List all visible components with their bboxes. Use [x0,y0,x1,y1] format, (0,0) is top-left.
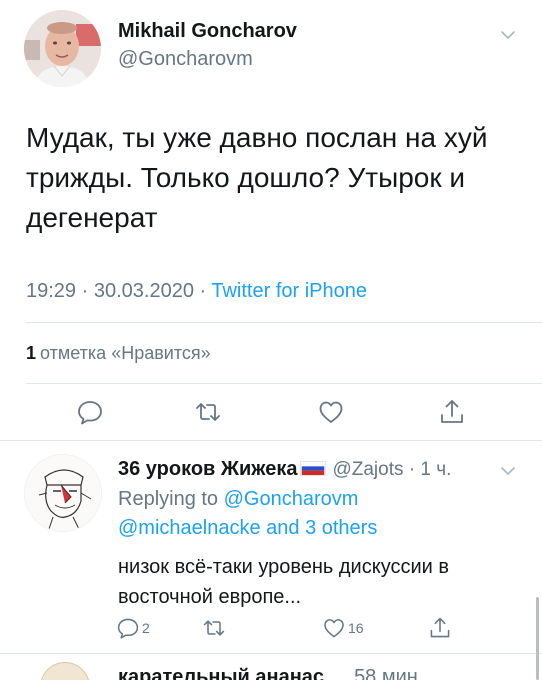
meta-dot: · [403,459,421,480]
avatar[interactable] [24,10,101,87]
divider [26,383,542,384]
reply-author-name[interactable]: 36 уроков Жижека [118,458,297,480]
reply-icon[interactable] [76,398,104,426]
share-icon[interactable] [438,398,466,426]
tweet-source[interactable]: Twitter for iPhone [211,280,367,302]
reply-icon [117,618,139,639]
tweet-meta: 19:29 · 30.03.2020 · Twitter for iPhone [26,280,367,303]
divider [0,440,542,441]
next-header: карательный ананас 58 мин [118,666,418,680]
replying-to-handle[interactable]: @Goncharovm [224,488,359,510]
like-count: 16 [348,620,364,636]
avatar[interactable] [24,454,102,532]
share-button[interactable] [428,615,452,641]
meta-dot: · [81,280,94,302]
like-icon[interactable] [317,398,345,426]
next-author-name[interactable]: карательный ананас [118,666,324,680]
avatar[interactable] [40,662,90,680]
chevron-down-icon[interactable] [498,464,518,478]
likes-summary[interactable]: 1 отметка «Нравится» [26,343,211,364]
like-icon [324,619,344,638]
reply-text: низок всё-таки уровень дискуссии в восто… [118,556,449,608]
chevron-down-icon[interactable] [498,28,518,42]
like-button[interactable]: 16 [322,615,364,641]
main-tweet: Mikhail Goncharov @Goncharovm Мудак, ты … [0,0,542,440]
retweet-icon [203,620,225,636]
scrollbar[interactable] [536,597,539,680]
share-icon [430,617,450,638]
retweet-icon[interactable] [194,398,222,426]
reply-tweet[interactable]: 36 уроков Жижека @Zajots · 1 ч. Replying … [0,442,542,652]
reply-header: 36 уроков Жижека @Zajots · 1 ч. [118,458,451,481]
likes-label: отметка «Нравится» [40,343,211,363]
divider [26,322,542,323]
author-name[interactable]: Mikhail Goncharov [118,20,297,43]
next-time: 58 мин [354,666,418,680]
russia-flag-icon [300,461,327,476]
tweet-text: Мудак, ты уже давно послан на хуй трижды… [26,122,488,233]
tweet-time: 19:29 [26,280,77,302]
reply-author-handle[interactable]: @Zajots [332,459,403,480]
author-handle[interactable]: @Goncharovm [118,48,253,71]
reply-button[interactable]: 2 [116,615,150,641]
replying-to-label: Replying to [118,488,219,510]
next-tweet[interactable]: карательный ананас 58 мин [0,654,542,680]
meta-dot: · [199,280,212,302]
reply-mentions[interactable]: @michaelnacke and 3 others [118,517,377,540]
retweet-button[interactable] [202,615,226,641]
reply-age: 1 ч. [420,459,452,480]
tweet-date: 30.03.2020 [93,280,194,302]
likes-count: 1 [26,343,37,363]
replying-to: Replying to @Goncharovm [118,488,358,511]
reply-count: 2 [142,620,150,636]
